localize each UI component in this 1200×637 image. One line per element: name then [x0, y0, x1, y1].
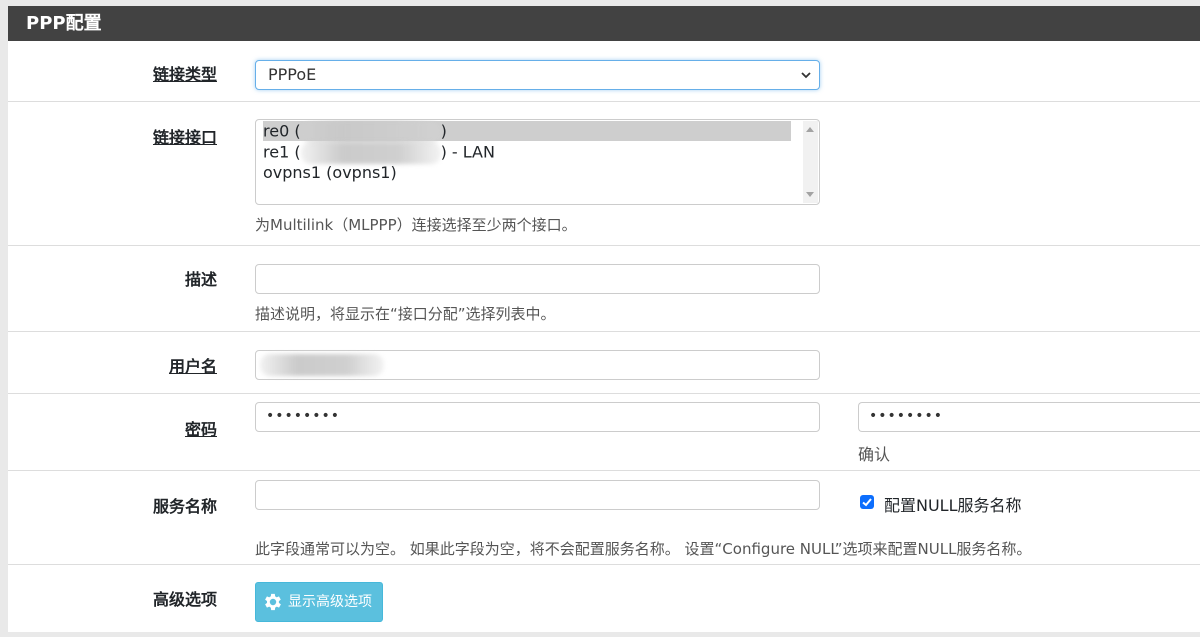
redacted-mac-address — [300, 142, 441, 164]
link-type-value: PPPoE — [268, 65, 317, 84]
service-name-input[interactable] — [255, 480, 820, 510]
username-label: 用户名 — [168, 357, 217, 376]
link-interface-listbox[interactable]: re0 () re1 () - LAN ovpns1 (ovpns1) — [255, 119, 820, 205]
scroll-up-icon[interactable] — [806, 127, 814, 132]
description-help: 描述说明，将显示在“接口分配”选择列表中。 — [255, 305, 556, 323]
panel-title: PPP配置 — [8, 6, 1200, 41]
redacted-mac-address — [300, 121, 441, 143]
row-advanced-options: 高级选项 显示高级选项 — [8, 565, 1200, 632]
service-name-help: 此字段通常可以为空。 如果此字段为空，将不会配置服务名称。 设置“Configu… — [255, 540, 1032, 558]
gear-icon — [265, 593, 281, 611]
link-interface-help: 为Multilink（MLPPP）连接选择至少两个接口。 — [255, 216, 577, 234]
row-link-type: 链接类型 PPPoE — [8, 41, 1200, 102]
advanced-options-label: 高级选项 — [152, 590, 217, 609]
redacted-username — [260, 354, 384, 376]
row-service-name: 服务名称 配置NULL服务名称 此字段通常可以为空。 如果此字段为空，将不会配置… — [8, 471, 1200, 565]
password-confirm-input[interactable]: •••••••• — [858, 402, 1200, 432]
row-username: 用户名 — [8, 332, 1200, 394]
checkmark-icon — [862, 498, 872, 507]
username-input[interactable] — [255, 350, 820, 380]
password-label: 密码 — [184, 420, 217, 439]
ppp-config-panel: PPP配置 链接类型 PPPoE 链接接口 re0 () re1 () - LA… — [8, 6, 1200, 632]
description-input[interactable] — [255, 264, 820, 294]
show-advanced-button[interactable]: 显示高级选项 — [255, 582, 383, 622]
interface-option-re0[interactable]: re0 () — [263, 121, 791, 143]
interface-option-ovpns1[interactable]: ovpns1 (ovpns1) — [263, 163, 791, 183]
description-label: 描述 — [184, 270, 217, 289]
null-service-checkbox-label[interactable]: 配置NULL服务名称 — [884, 492, 1022, 516]
service-name-label: 服务名称 — [152, 497, 217, 516]
password-input[interactable]: •••••••• — [255, 402, 820, 432]
null-service-checkbox[interactable] — [860, 495, 874, 509]
interface-option-re1[interactable]: re1 () - LAN — [263, 142, 791, 164]
link-type-label: 链接类型 — [152, 65, 217, 84]
link-type-select[interactable]: PPPoE — [255, 60, 820, 90]
link-interface-label: 链接接口 — [152, 128, 217, 147]
listbox-scrollbar[interactable] — [803, 121, 818, 203]
chevron-down-icon — [801, 72, 811, 79]
password-confirm-label: 确认 — [858, 445, 891, 464]
row-link-interface: 链接接口 re0 () re1 () - LAN ovpns1 (ovpns1)… — [8, 102, 1200, 246]
row-password: 密码 •••••••• •••••••• 确认 — [8, 394, 1200, 471]
scroll-down-icon[interactable] — [806, 192, 814, 197]
row-description: 描述 描述说明，将显示在“接口分配”选择列表中。 — [8, 246, 1200, 332]
show-advanced-button-label: 显示高级选项 — [288, 594, 372, 610]
